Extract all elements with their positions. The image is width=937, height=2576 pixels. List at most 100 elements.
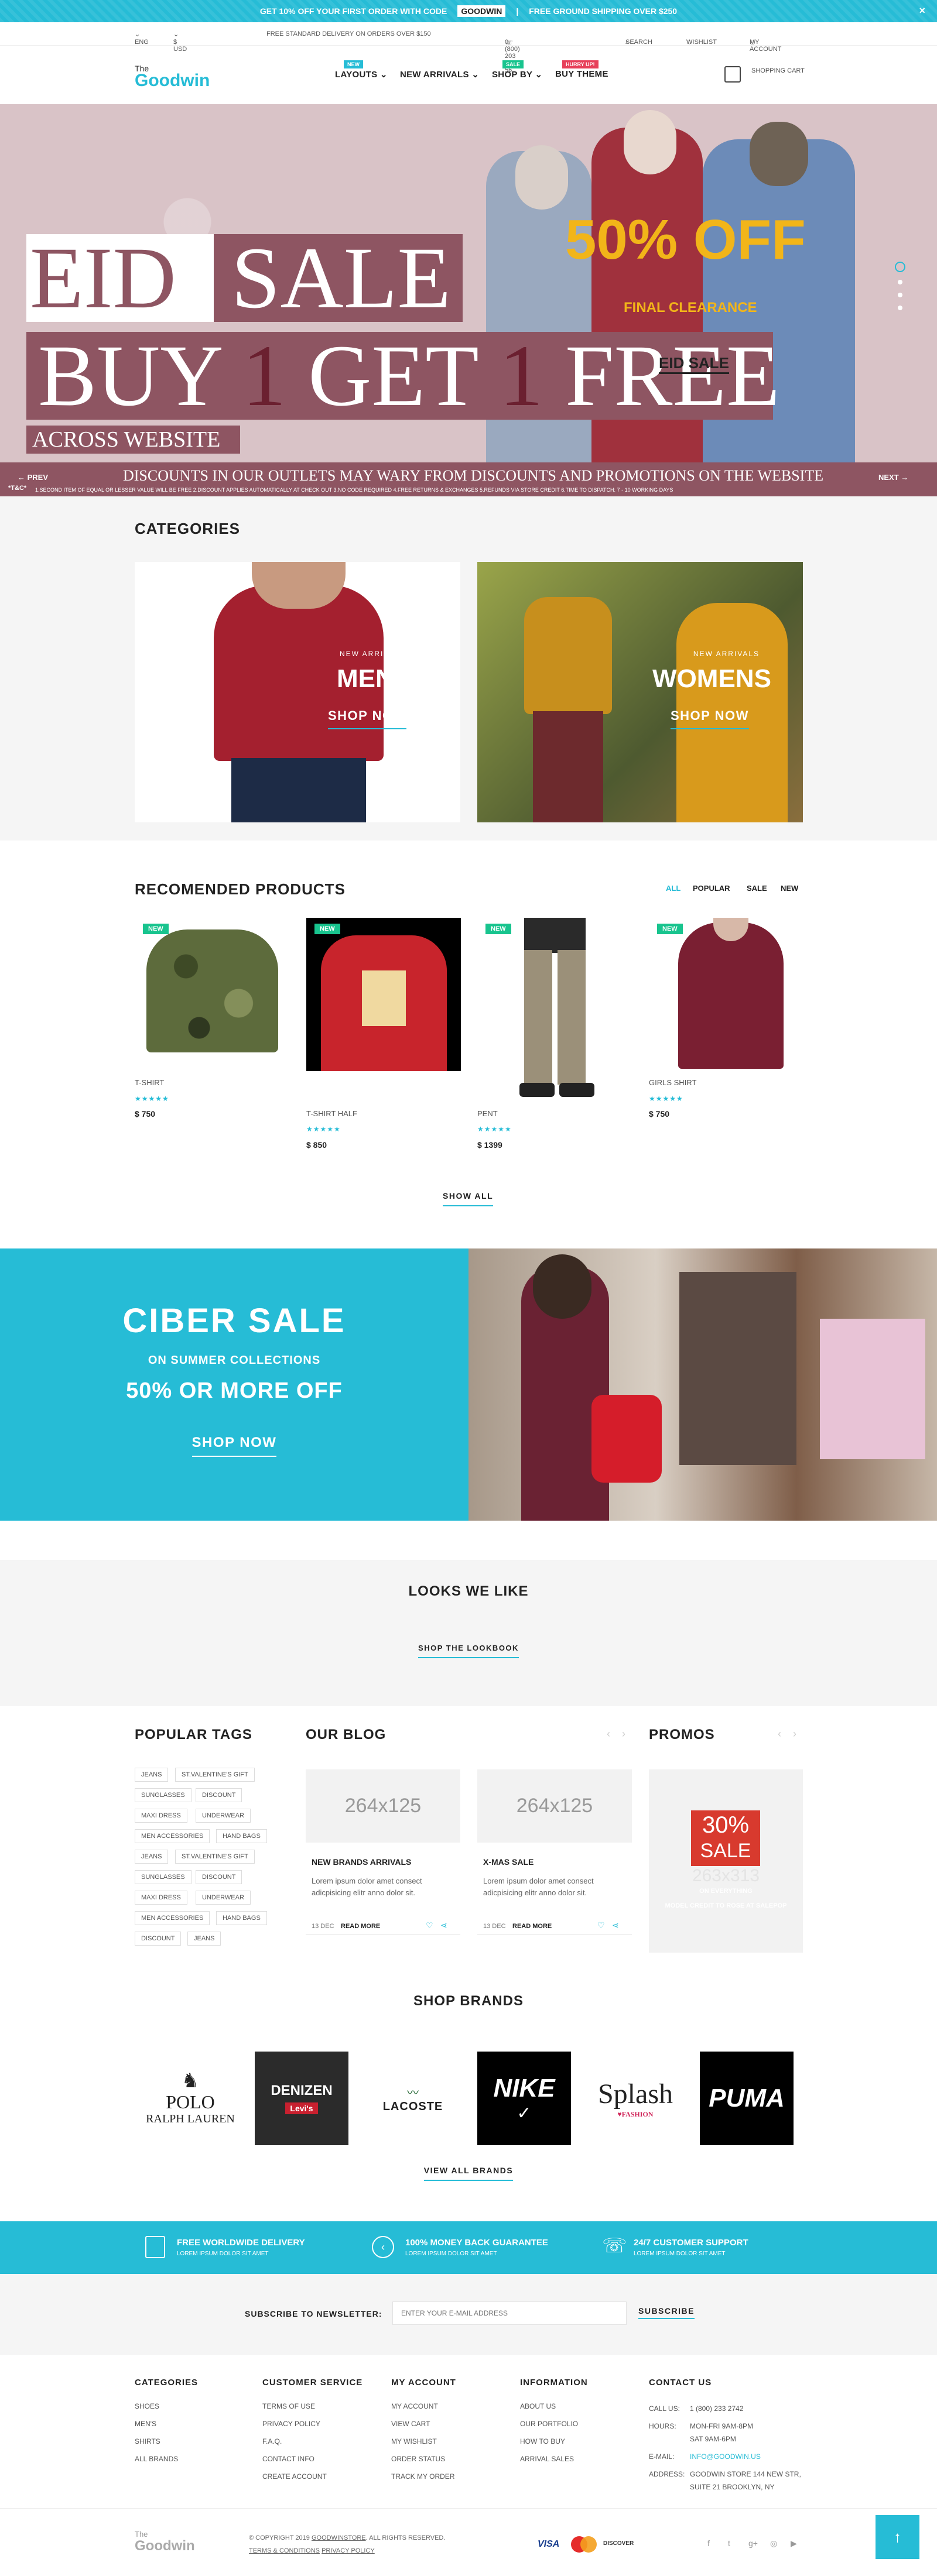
footer-link[interactable]: VIEW CART [391,2415,430,2433]
youtube-icon[interactable]: ▶ [791,2539,797,2548]
blog-next-icon[interactable]: › [622,1728,625,1740]
facebook-icon[interactable]: f [707,2539,710,2548]
category-card-womens[interactable]: NEW ARRIVALS WOMENS SHOP NOW [477,562,803,822]
category-cta[interactable]: SHOP NOW [328,708,406,729]
footer-link[interactable]: TERMS OF USE [262,2397,315,2415]
footer-link[interactable]: OUR PORTFOLIO [520,2415,578,2433]
heart-icon[interactable]: ♡ [597,1920,605,1930]
promo-next-icon[interactable]: › [793,1728,796,1740]
product-name[interactable]: PENT [477,1109,498,1118]
footer-link[interactable]: ALL BRANDS [135,2450,178,2468]
instagram-icon[interactable]: ◎ [770,2539,777,2548]
product-name[interactable]: T-SHIRT [135,1078,164,1087]
footer-link[interactable]: MY WISHLIST [391,2433,437,2450]
blog-image[interactable]: 264x125 [306,1769,460,1843]
twitter-icon[interactable]: t [728,2539,730,2548]
product-image-tshirt-half[interactable]: NEW [306,918,461,1071]
tag-link[interactable]: HAND BAGS [216,1911,267,1925]
slider-dot[interactable] [898,306,902,310]
footer-link[interactable]: SHOES [135,2397,159,2415]
tag-link[interactable]: DISCOUNT [196,1870,242,1884]
footer-logo[interactable]: Goodwin [135,2538,195,2554]
ciber-shop-now[interactable]: SHOP NOW [191,1435,277,1457]
heart-icon[interactable]: ♡ [426,1920,433,1930]
product-image-tshirt[interactable]: NEW [135,918,289,1071]
blog-image[interactable]: 264x125 [477,1769,632,1843]
view-all-brands-button[interactable]: VIEW ALL BRANDS [423,2166,514,2181]
read-more-link[interactable]: READ MORE [341,1923,380,1930]
footer-link[interactable]: ORDER STATUS [391,2450,445,2468]
cart-label[interactable]: SHOPPING CART [751,67,805,74]
nav-new-arrivals[interactable]: NEW ARRIVALS ⌄ [400,69,479,80]
tag-link[interactable]: DISCOUNT [196,1788,242,1802]
contact-email-link[interactable]: INFO@GOODWIN.US [690,2452,761,2461]
currency-select[interactable]: $ USD ⌄ [173,30,187,53]
tag-link[interactable]: ST.VALENTINE'S GIFT [175,1850,255,1864]
nav-shop-by[interactable]: SHOP BY ⌄ [492,69,542,80]
back-to-top-button[interactable]: ↑ [876,2515,919,2559]
slider-prev[interactable]: ← PREV [18,473,48,482]
slider-dot[interactable] [898,293,902,297]
brand-denizen[interactable]: DENIZEN Levi's [255,2052,348,2145]
category-cta[interactable]: SHOP NOW [671,708,749,729]
nav-layouts[interactable]: LAYOUTS ⌄ [335,69,388,80]
tag-link[interactable]: MAXI DRESS [135,1809,187,1823]
filter-new[interactable]: NEW [781,884,798,893]
brand-puma[interactable]: PUMA [700,2052,794,2145]
tag-link[interactable]: HAND BAGS [216,1829,267,1843]
nav-buy-theme[interactable]: BUY THEME [555,69,608,79]
tag-link[interactable]: UNDERWEAR [196,1891,251,1905]
tag-link[interactable]: SUNGLASSES [135,1870,191,1884]
subscribe-button[interactable]: SUBSCRIBE [638,2306,695,2319]
tag-link[interactable]: UNDERWEAR [196,1809,251,1823]
read-more-link[interactable]: READ MORE [512,1923,552,1930]
cart-icon[interactable] [724,66,741,83]
footer-link[interactable]: MEN'S [135,2415,156,2433]
slider-next[interactable]: NEXT → [878,473,908,482]
tag-link[interactable]: MEN ACCESSORIES [135,1829,210,1843]
footer-link[interactable]: PRIVACY POLICY [262,2415,320,2433]
tag-link[interactable]: MAXI DRESS [135,1891,187,1905]
slider-dot-active[interactable] [895,262,905,272]
footer-link[interactable]: TRACK MY ORDER [391,2468,454,2485]
newsletter-email-input[interactable] [392,2301,627,2325]
google-plus-icon[interactable]: g+ [748,2539,758,2548]
product-name[interactable]: GIRLS SHIRT [649,1078,696,1087]
logo[interactable]: Goodwin [135,71,210,91]
share-icon[interactable]: ⋖ [612,1920,619,1930]
blog-post-title[interactable]: NEW BRANDS ARRIVALS [312,1857,411,1867]
blog-post-title[interactable]: X-MAS SALE [483,1857,534,1867]
lookbook-button[interactable]: SHOP THE LOOKBOOK [418,1644,519,1658]
blog-prev-icon[interactable]: ‹ [607,1728,610,1740]
brand-polo[interactable]: ♞ POLO RALPH LAUREN [143,2052,237,2145]
footer-link[interactable]: MY ACCOUNT [391,2397,438,2415]
filter-all[interactable]: ALL [666,884,680,893]
footer-link[interactable]: CREATE ACCOUNT [262,2468,327,2485]
category-card-mens[interactable]: NEW ARRIVALS MENS SHOP NOW [135,562,460,822]
brand-lacoste[interactable]: 〰 LACOSTE [366,2052,460,2145]
footer-link[interactable]: F.A.Q. [262,2433,282,2450]
footer-link[interactable]: ABOUT US [520,2397,556,2415]
footer-link[interactable]: ARRIVAL SALES [520,2450,574,2468]
tag-link[interactable]: SUNGLASSES [135,1788,191,1802]
brand-nike[interactable]: NIKE ✓ [477,2052,571,2145]
show-all-button[interactable]: SHOW ALL [443,1191,494,1206]
tag-link[interactable]: JEANS [187,1932,221,1946]
footer-link[interactable]: CONTACT INFO [262,2450,314,2468]
brand-splash[interactable]: Splash ♥FASHION [589,2052,682,2145]
footer-logo-prefix[interactable]: The [135,2530,148,2539]
tag-link[interactable]: DISCOUNT [135,1932,182,1946]
footer-link[interactable]: SHIRTS [135,2433,160,2450]
product-name[interactable]: T-SHIRT HALF [306,1109,357,1118]
language-select[interactable]: ENG ⌄ [135,30,149,46]
share-icon[interactable]: ⋖ [440,1920,447,1930]
tag-link[interactable]: MEN ACCESSORIES [135,1911,210,1925]
tag-link[interactable]: JEANS [135,1850,169,1864]
tag-link[interactable]: JEANS [135,1768,169,1782]
footer-link[interactable]: HOW TO BUY [520,2433,565,2450]
hero-eid-sale-cta[interactable]: EID SALE [659,354,729,374]
product-image-pent[interactable]: NEW [477,918,632,1104]
promo-prev-icon[interactable]: ‹ [778,1728,781,1740]
filter-sale[interactable]: SALE [747,884,767,893]
close-icon[interactable]: × [919,5,925,17]
